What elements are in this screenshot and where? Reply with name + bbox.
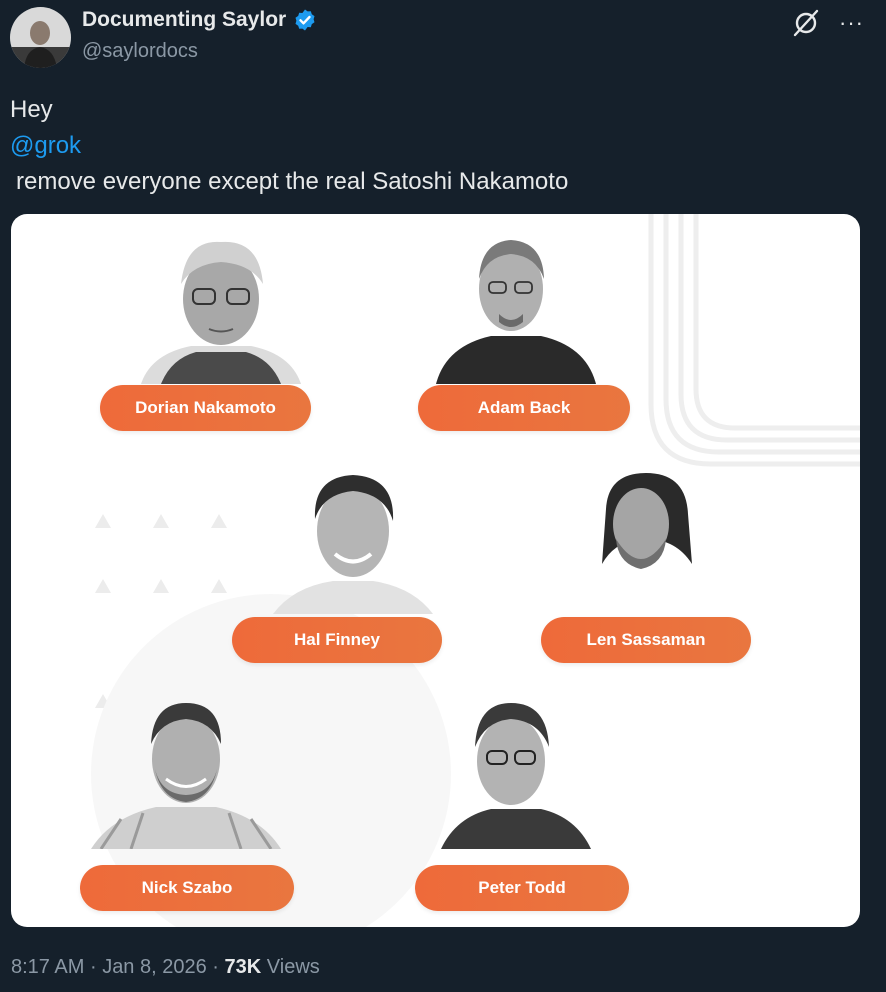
tweet-media-image[interactable]: Dorian Nakamoto Adam Back Hal Finney Len… xyxy=(11,214,860,927)
portrait-nick-szabo xyxy=(91,703,281,849)
tweet-time[interactable]: 8:17 AM xyxy=(11,956,84,978)
meta-separator: · xyxy=(89,956,97,978)
author-display-name[interactable]: Documenting Saylor xyxy=(82,8,286,32)
views-label: Views xyxy=(266,956,320,978)
label-adam-back: Adam Back xyxy=(418,385,630,431)
label-nick-szabo: Nick Szabo xyxy=(80,865,294,911)
more-options-button[interactable]: ··· xyxy=(839,8,864,38)
label-dorian-nakamoto: Dorian Nakamoto xyxy=(100,385,311,431)
author-avatar[interactable] xyxy=(10,7,71,68)
meta-separator: · xyxy=(212,956,219,978)
verified-badge-icon xyxy=(295,9,315,31)
label-peter-todd: Peter Todd xyxy=(415,865,629,911)
tweet-line-3: remove everyone except the real Satoshi … xyxy=(16,168,569,195)
views-count[interactable]: 73K xyxy=(225,956,262,978)
portrait-dorian-nakamoto xyxy=(141,241,301,384)
portrait-adam-back xyxy=(436,240,596,384)
label-hal-finney: Hal Finney xyxy=(232,617,442,663)
tweet-text: Hey @grok remove everyone except the rea… xyxy=(10,92,568,200)
tweet-date[interactable]: Jan 8, 2026 xyxy=(102,956,207,978)
author-handle[interactable]: @saylordocs xyxy=(82,40,198,63)
label-len-sassaman: Len Sassaman xyxy=(541,617,751,663)
tweet-line-1: Hey xyxy=(10,96,53,123)
grok-icon[interactable] xyxy=(791,8,821,38)
portrait-peter-todd xyxy=(441,703,591,849)
mention-link[interactable]: @grok xyxy=(10,132,81,159)
portrait-hal-finney xyxy=(273,475,433,614)
portrait-len-sassaman xyxy=(602,473,692,569)
tweet-meta: 8:17 AM · Jan 8, 2026 · 73K Views xyxy=(11,956,320,979)
